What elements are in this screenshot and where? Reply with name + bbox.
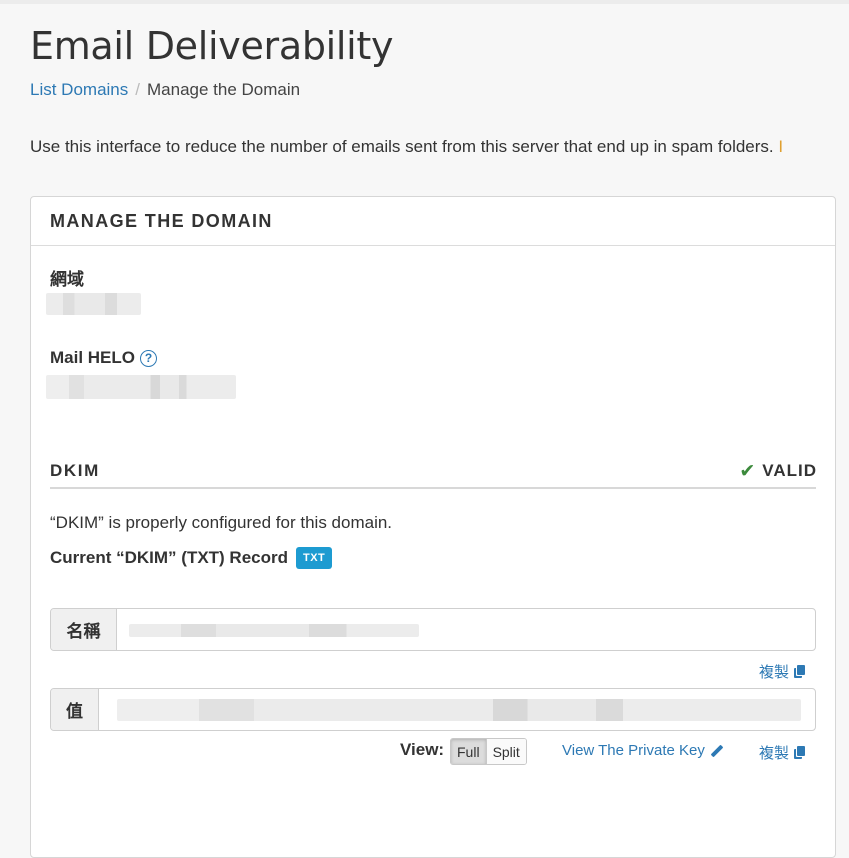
top-strip: [0, 0, 849, 4]
dkim-name-field[interactable]: [117, 609, 815, 650]
helo-value-redacted: [46, 375, 236, 399]
dkim-name-group: 名稱: [50, 608, 816, 651]
breadcrumb: List Domains / Manage the Domain: [30, 80, 300, 100]
dkim-name-redacted: [129, 624, 419, 637]
dkim-status-text: VALID: [762, 461, 817, 480]
dkim-status: ✔ VALID: [739, 461, 817, 481]
dkim-value-group: 值: [50, 688, 816, 731]
copy-icon: [794, 665, 805, 678]
view-private-key-link[interactable]: View The Private Key: [562, 742, 724, 759]
dkim-title: DKIM: [50, 461, 100, 480]
intro-sentence: Use this interface to reduce the number …: [30, 137, 774, 156]
dkim-value-field[interactable]: [99, 689, 815, 730]
view-full-button[interactable]: Full: [451, 739, 487, 764]
intro-text: Use this interface to reduce the number …: [30, 137, 783, 157]
page-title: Email Deliverability: [30, 24, 394, 68]
name-addon: 名稱: [51, 609, 117, 650]
dkim-record-text: Current “DKIM” (TXT) Record: [50, 548, 288, 567]
intro-cut-link[interactable]: I: [778, 137, 783, 156]
dkim-description: “DKIM” is properly configured for this d…: [50, 513, 393, 532]
view-split-button[interactable]: Split: [486, 739, 526, 764]
manage-domain-panel: MANAGE THE DOMAIN 網域 Mail HELO? DKIM ✔ V…: [30, 196, 836, 858]
breadcrumb-separator: /: [135, 80, 140, 99]
pencil-icon: [710, 744, 724, 757]
domain-value-redacted: [46, 293, 141, 315]
copy-value-link[interactable]: 複製: [759, 742, 805, 763]
copy-value-label: 複製: [758, 745, 789, 762]
helo-label-text: Mail HELO: [50, 348, 136, 367]
copy-icon: [794, 746, 805, 759]
view-label: View:: [400, 740, 445, 759]
helo-label: Mail HELO?: [50, 348, 158, 368]
breadcrumb-current: Manage the Domain: [147, 80, 301, 99]
dkim-record-label: Current “DKIM” (TXT) Record TXT: [50, 547, 333, 569]
value-addon: 值: [51, 689, 99, 730]
txt-badge: TXT: [296, 547, 333, 569]
copy-name-link[interactable]: 複製: [759, 661, 805, 682]
view-toggle: Full Split: [450, 738, 527, 765]
panel-header: MANAGE THE DOMAIN: [31, 197, 835, 246]
dkim-value-redacted: [117, 699, 801, 721]
copy-name-label: 複製: [758, 664, 789, 681]
domain-label: 網域: [50, 270, 84, 289]
private-key-label: View The Private Key: [562, 742, 705, 759]
breadcrumb-list-domains-link[interactable]: List Domains: [30, 80, 128, 99]
dkim-divider: [50, 487, 816, 489]
help-icon[interactable]: ?: [140, 349, 158, 367]
check-icon: ✔: [739, 460, 757, 482]
